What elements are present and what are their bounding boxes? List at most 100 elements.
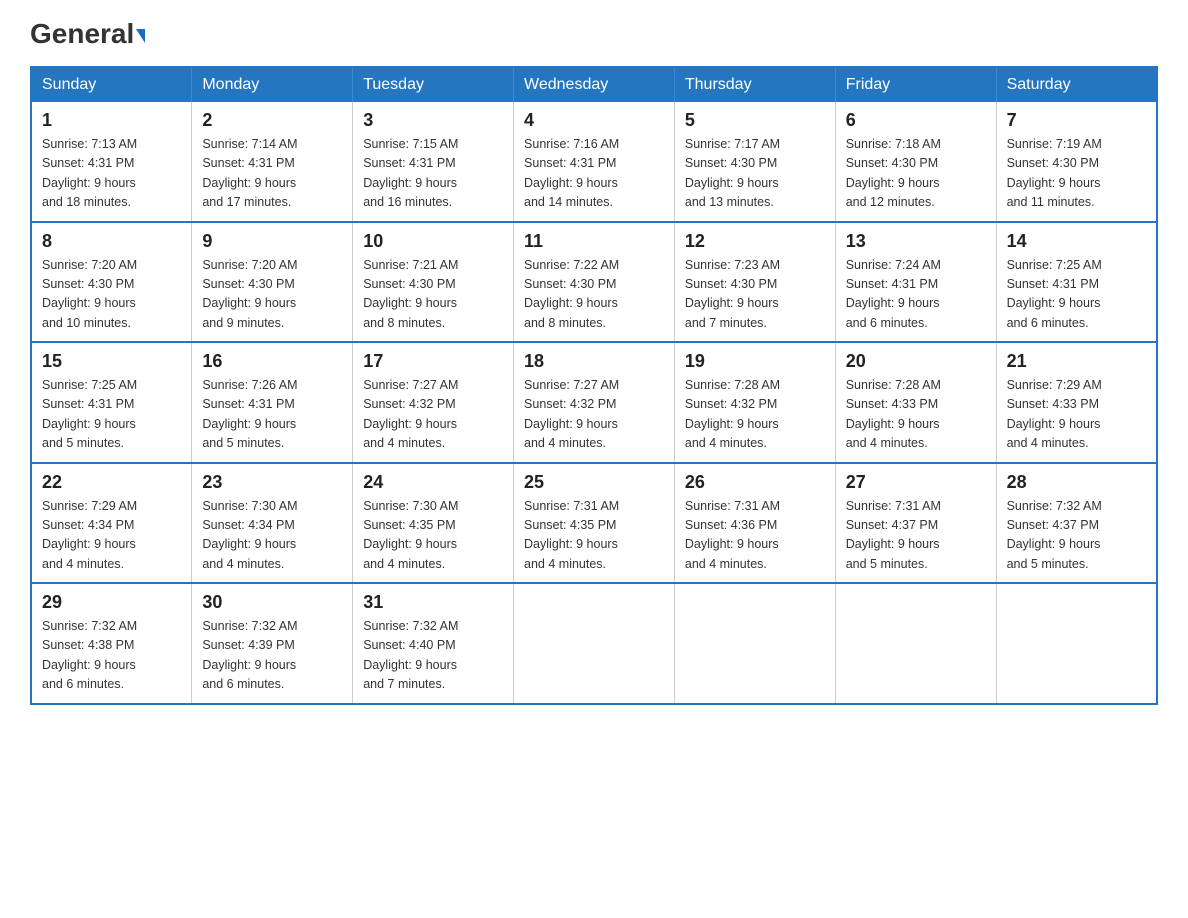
- calendar-cell: 15 Sunrise: 7:25 AM Sunset: 4:31 PM Dayl…: [31, 342, 192, 463]
- calendar-week-row: 22 Sunrise: 7:29 AM Sunset: 4:34 PM Dayl…: [31, 463, 1157, 584]
- day-info: Sunrise: 7:24 AM Sunset: 4:31 PM Dayligh…: [846, 256, 986, 334]
- calendar-cell: 9 Sunrise: 7:20 AM Sunset: 4:30 PM Dayli…: [192, 222, 353, 343]
- day-info: Sunrise: 7:28 AM Sunset: 4:33 PM Dayligh…: [846, 376, 986, 454]
- calendar-cell: [996, 583, 1157, 704]
- calendar-cell: 1 Sunrise: 7:13 AM Sunset: 4:31 PM Dayli…: [31, 102, 192, 222]
- logo-general: General: [30, 18, 134, 49]
- day-number: 21: [1007, 351, 1146, 372]
- day-header-saturday: Saturday: [996, 67, 1157, 102]
- calendar-cell: 8 Sunrise: 7:20 AM Sunset: 4:30 PM Dayli…: [31, 222, 192, 343]
- day-info: Sunrise: 7:28 AM Sunset: 4:32 PM Dayligh…: [685, 376, 825, 454]
- calendar-cell: 20 Sunrise: 7:28 AM Sunset: 4:33 PM Dayl…: [835, 342, 996, 463]
- day-number: 22: [42, 472, 181, 493]
- calendar-cell: 25 Sunrise: 7:31 AM Sunset: 4:35 PM Dayl…: [514, 463, 675, 584]
- day-number: 7: [1007, 110, 1146, 131]
- calendar-week-row: 15 Sunrise: 7:25 AM Sunset: 4:31 PM Dayl…: [31, 342, 1157, 463]
- calendar-cell: 27 Sunrise: 7:31 AM Sunset: 4:37 PM Dayl…: [835, 463, 996, 584]
- calendar-cell: 10 Sunrise: 7:21 AM Sunset: 4:30 PM Dayl…: [353, 222, 514, 343]
- calendar-cell: 30 Sunrise: 7:32 AM Sunset: 4:39 PM Dayl…: [192, 583, 353, 704]
- calendar-cell: 26 Sunrise: 7:31 AM Sunset: 4:36 PM Dayl…: [674, 463, 835, 584]
- day-info: Sunrise: 7:23 AM Sunset: 4:30 PM Dayligh…: [685, 256, 825, 334]
- day-info: Sunrise: 7:26 AM Sunset: 4:31 PM Dayligh…: [202, 376, 342, 454]
- day-header-monday: Monday: [192, 67, 353, 102]
- day-number: 14: [1007, 231, 1146, 252]
- day-info: Sunrise: 7:31 AM Sunset: 4:35 PM Dayligh…: [524, 497, 664, 575]
- day-info: Sunrise: 7:25 AM Sunset: 4:31 PM Dayligh…: [1007, 256, 1146, 334]
- day-number: 26: [685, 472, 825, 493]
- day-info: Sunrise: 7:25 AM Sunset: 4:31 PM Dayligh…: [42, 376, 181, 454]
- day-info: Sunrise: 7:29 AM Sunset: 4:34 PM Dayligh…: [42, 497, 181, 575]
- day-number: 16: [202, 351, 342, 372]
- day-number: 8: [42, 231, 181, 252]
- calendar-cell: [835, 583, 996, 704]
- day-number: 23: [202, 472, 342, 493]
- day-info: Sunrise: 7:29 AM Sunset: 4:33 PM Dayligh…: [1007, 376, 1146, 454]
- day-info: Sunrise: 7:16 AM Sunset: 4:31 PM Dayligh…: [524, 135, 664, 213]
- day-info: Sunrise: 7:20 AM Sunset: 4:30 PM Dayligh…: [42, 256, 181, 334]
- calendar-cell: 19 Sunrise: 7:28 AM Sunset: 4:32 PM Dayl…: [674, 342, 835, 463]
- calendar-cell: 3 Sunrise: 7:15 AM Sunset: 4:31 PM Dayli…: [353, 102, 514, 222]
- day-number: 13: [846, 231, 986, 252]
- day-info: Sunrise: 7:20 AM Sunset: 4:30 PM Dayligh…: [202, 256, 342, 334]
- calendar-cell: 22 Sunrise: 7:29 AM Sunset: 4:34 PM Dayl…: [31, 463, 192, 584]
- calendar-cell: 7 Sunrise: 7:19 AM Sunset: 4:30 PM Dayli…: [996, 102, 1157, 222]
- calendar-cell: 14 Sunrise: 7:25 AM Sunset: 4:31 PM Dayl…: [996, 222, 1157, 343]
- calendar-cell: 29 Sunrise: 7:32 AM Sunset: 4:38 PM Dayl…: [31, 583, 192, 704]
- day-info: Sunrise: 7:30 AM Sunset: 4:35 PM Dayligh…: [363, 497, 503, 575]
- day-info: Sunrise: 7:13 AM Sunset: 4:31 PM Dayligh…: [42, 135, 181, 213]
- day-info: Sunrise: 7:14 AM Sunset: 4:31 PM Dayligh…: [202, 135, 342, 213]
- calendar-cell: 28 Sunrise: 7:32 AM Sunset: 4:37 PM Dayl…: [996, 463, 1157, 584]
- day-number: 4: [524, 110, 664, 131]
- day-number: 31: [363, 592, 503, 613]
- day-number: 24: [363, 472, 503, 493]
- calendar-cell: 23 Sunrise: 7:30 AM Sunset: 4:34 PM Dayl…: [192, 463, 353, 584]
- day-info: Sunrise: 7:21 AM Sunset: 4:30 PM Dayligh…: [363, 256, 503, 334]
- day-number: 5: [685, 110, 825, 131]
- calendar-cell: 17 Sunrise: 7:27 AM Sunset: 4:32 PM Dayl…: [353, 342, 514, 463]
- day-number: 12: [685, 231, 825, 252]
- day-number: 25: [524, 472, 664, 493]
- day-header-tuesday: Tuesday: [353, 67, 514, 102]
- calendar-cell: 5 Sunrise: 7:17 AM Sunset: 4:30 PM Dayli…: [674, 102, 835, 222]
- day-info: Sunrise: 7:32 AM Sunset: 4:39 PM Dayligh…: [202, 617, 342, 695]
- day-info: Sunrise: 7:32 AM Sunset: 4:37 PM Dayligh…: [1007, 497, 1146, 575]
- day-header-wednesday: Wednesday: [514, 67, 675, 102]
- day-number: 20: [846, 351, 986, 372]
- calendar-cell: 18 Sunrise: 7:27 AM Sunset: 4:32 PM Dayl…: [514, 342, 675, 463]
- logo-arrow-icon: [136, 29, 145, 43]
- calendar-cell: 31 Sunrise: 7:32 AM Sunset: 4:40 PM Dayl…: [353, 583, 514, 704]
- day-number: 6: [846, 110, 986, 131]
- calendar-week-row: 1 Sunrise: 7:13 AM Sunset: 4:31 PM Dayli…: [31, 102, 1157, 222]
- day-number: 19: [685, 351, 825, 372]
- day-number: 3: [363, 110, 503, 131]
- day-info: Sunrise: 7:31 AM Sunset: 4:37 PM Dayligh…: [846, 497, 986, 575]
- day-number: 29: [42, 592, 181, 613]
- day-info: Sunrise: 7:17 AM Sunset: 4:30 PM Dayligh…: [685, 135, 825, 213]
- day-info: Sunrise: 7:32 AM Sunset: 4:38 PM Dayligh…: [42, 617, 181, 695]
- calendar-table: SundayMondayTuesdayWednesdayThursdayFrid…: [30, 66, 1158, 705]
- calendar-cell: [514, 583, 675, 704]
- day-number: 17: [363, 351, 503, 372]
- calendar-cell: 12 Sunrise: 7:23 AM Sunset: 4:30 PM Dayl…: [674, 222, 835, 343]
- day-number: 2: [202, 110, 342, 131]
- day-info: Sunrise: 7:19 AM Sunset: 4:30 PM Dayligh…: [1007, 135, 1146, 213]
- calendar-cell: 16 Sunrise: 7:26 AM Sunset: 4:31 PM Dayl…: [192, 342, 353, 463]
- day-number: 15: [42, 351, 181, 372]
- day-header-thursday: Thursday: [674, 67, 835, 102]
- day-header-friday: Friday: [835, 67, 996, 102]
- day-info: Sunrise: 7:27 AM Sunset: 4:32 PM Dayligh…: [524, 376, 664, 454]
- day-number: 27: [846, 472, 986, 493]
- logo: General: [30, 20, 145, 46]
- calendar-cell: 11 Sunrise: 7:22 AM Sunset: 4:30 PM Dayl…: [514, 222, 675, 343]
- day-info: Sunrise: 7:15 AM Sunset: 4:31 PM Dayligh…: [363, 135, 503, 213]
- day-number: 30: [202, 592, 342, 613]
- calendar-cell: 21 Sunrise: 7:29 AM Sunset: 4:33 PM Dayl…: [996, 342, 1157, 463]
- calendar-week-row: 29 Sunrise: 7:32 AM Sunset: 4:38 PM Dayl…: [31, 583, 1157, 704]
- day-info: Sunrise: 7:31 AM Sunset: 4:36 PM Dayligh…: [685, 497, 825, 575]
- calendar-cell: 6 Sunrise: 7:18 AM Sunset: 4:30 PM Dayli…: [835, 102, 996, 222]
- calendar-cell: 2 Sunrise: 7:14 AM Sunset: 4:31 PM Dayli…: [192, 102, 353, 222]
- page-header: General: [30, 20, 1158, 46]
- calendar-cell: 24 Sunrise: 7:30 AM Sunset: 4:35 PM Dayl…: [353, 463, 514, 584]
- calendar-cell: [674, 583, 835, 704]
- day-number: 28: [1007, 472, 1146, 493]
